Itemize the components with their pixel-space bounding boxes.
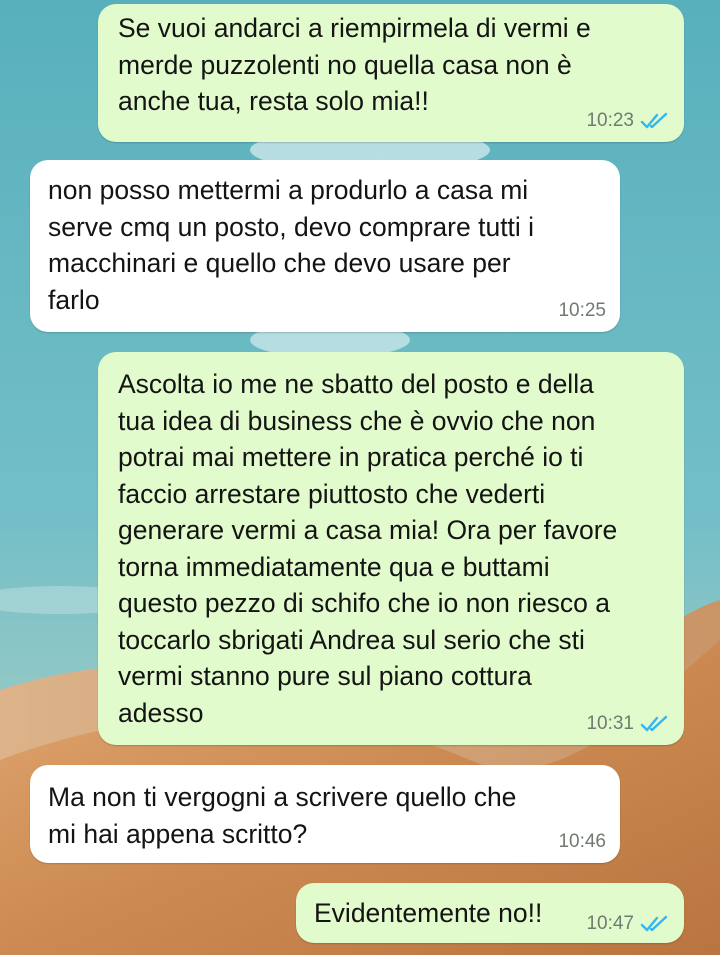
message-time: 10:23 [586,110,634,131]
incoming-message[interactable]: Ma non ti vergogni a scrivere quello che… [30,765,620,863]
message-meta: 10:31 [586,713,670,735]
message-time: 10:46 [558,831,606,852]
message-meta: 10:46 [558,831,606,853]
outgoing-message[interactable]: Evidentemente no!! 10:47 [296,883,684,943]
outgoing-message[interactable]: Se vuoi andarci a riempirmela di vermi e… [98,4,684,142]
message-time: 10:47 [586,913,634,934]
outgoing-message[interactable]: Ascolta io me ne sbatto del posto e dell… [98,352,684,745]
message-text: Ascolta io me ne sbatto del posto e dell… [118,369,618,728]
message-time: 10:25 [558,300,606,321]
message-text: Ma non ti vergogni a scrivere quello che… [48,782,517,849]
message-meta: 10:25 [558,300,606,322]
double-check-icon [640,715,668,732]
message-meta: 10:23 [586,110,670,132]
message-text: Se vuoi andarci a riempirmela di vermi e… [118,13,591,116]
message-text: non posso mettermi a produrlo a casa mi … [48,175,535,315]
double-check-icon [640,915,668,932]
message-meta: 10:47 [586,913,670,935]
message-list[interactable]: Se vuoi andarci a riempirmela di vermi e… [0,0,720,955]
message-time: 10:31 [586,713,634,734]
double-check-icon [640,112,668,129]
incoming-message[interactable]: non posso mettermi a produrlo a casa mi … [30,160,620,332]
